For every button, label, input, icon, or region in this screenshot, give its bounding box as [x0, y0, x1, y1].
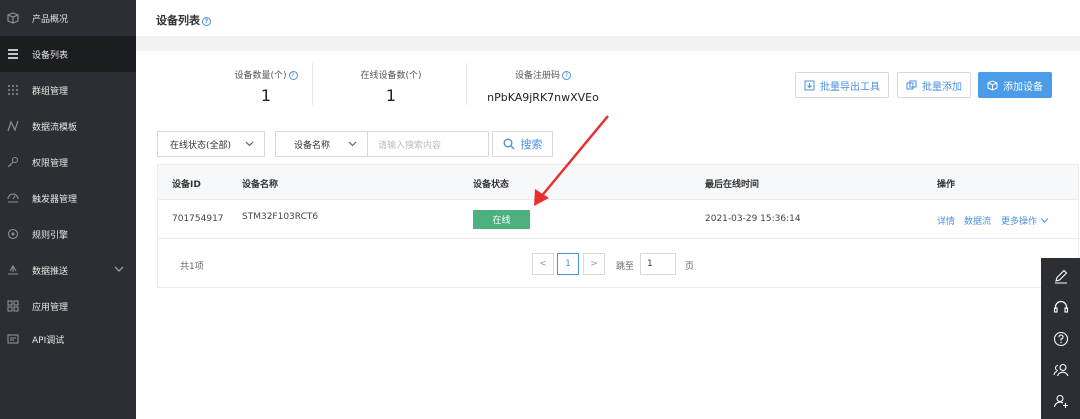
sidebar-item-group-management[interactable]: 群组管理: [0, 72, 136, 108]
help-icon[interactable]: ?: [202, 16, 211, 26]
column-header: 最后在线时间: [705, 180, 760, 190]
batch-export-tool-button[interactable]: 批量导出工具: [795, 72, 889, 98]
button-label: 批量导出工具: [820, 81, 880, 93]
help-icon[interactable]: ?: [562, 71, 571, 80]
grid-dots-icon: [6, 83, 20, 97]
prev-page-button[interactable]: <: [532, 253, 554, 275]
device-id-cell: 701754917: [172, 214, 224, 224]
sidebar-item-label: 数据流模板: [32, 122, 78, 133]
sidebar-item-label: 应用管理: [32, 302, 69, 313]
sidebar-item-data-push[interactable]: 数据推送: [0, 252, 136, 288]
box-icon: [6, 11, 20, 25]
help-icon[interactable]: ?: [288, 71, 298, 80]
sidebar-item-label: 规则引擎: [32, 230, 69, 241]
export-icon: [804, 80, 815, 90]
status-filter-select[interactable]: 在线状态(全部): [157, 131, 265, 157]
help-circle-icon[interactable]: [1041, 323, 1080, 355]
search-input[interactable]: 请输入搜索内容: [367, 131, 489, 157]
add-device-button[interactable]: 添加设备: [978, 72, 1052, 98]
search-button[interactable]: 搜索: [492, 131, 553, 157]
floating-toolbar: [1041, 258, 1080, 419]
total-count: 共1项: [180, 262, 204, 272]
sidebar-item-permission-management[interactable]: 权限管理: [0, 144, 136, 180]
stat-value: 1: [385, 86, 397, 105]
select-value: 在线状态(全部): [170, 140, 232, 151]
device-name-cell: STM32F103RCT6: [242, 212, 319, 222]
stat-label: 设备注册码?: [468, 68, 618, 81]
sidebar-item-label: 触发器管理: [32, 194, 78, 205]
dataflow-icon: [6, 119, 20, 133]
pagination: 共1项 < 1 > 跳至 1 页: [158, 239, 1078, 289]
batch-add-icon: [906, 80, 917, 89]
sidebar-item-product-overview[interactable]: 产品概况: [0, 0, 136, 36]
sidebar-item-rule-engine[interactable]: 规则引擎: [0, 216, 136, 252]
jump-page-input[interactable]: 1: [640, 253, 676, 275]
column-header: 设备名称: [242, 180, 279, 190]
chevron-down-icon: [1040, 218, 1049, 223]
rule-engine-icon: [6, 227, 20, 241]
sidebar-item-label: API调试: [32, 335, 65, 346]
page-unit-label: 页: [685, 262, 695, 272]
page-title: 设备列表?: [156, 12, 211, 28]
sidebar-item-dataflow-template[interactable]: 数据流模板: [0, 108, 136, 144]
sidebar-item-label: 数据推送: [32, 266, 69, 277]
trigger-icon: [6, 191, 20, 205]
details-link[interactable]: 详情: [937, 214, 955, 227]
more-actions-label: 更多操作: [1001, 217, 1038, 227]
chevron-down-icon: [348, 139, 357, 151]
sidebar-item-label: 设备列表: [32, 50, 69, 61]
add-user-icon[interactable]: [1041, 385, 1080, 417]
sidebar-item-app-management[interactable]: 应用管理: [0, 288, 136, 324]
stat-online-count: 在线设备数(个) 1: [316, 51, 466, 117]
edit-icon[interactable]: [1041, 260, 1080, 292]
page-header: 设备列表?: [136, 0, 1080, 36]
status-badge: 在线: [473, 210, 530, 229]
apps-icon: [6, 299, 20, 313]
cube-icon: [987, 79, 998, 91]
select-value: 设备名称: [294, 140, 331, 151]
next-page-button[interactable]: >: [583, 253, 605, 275]
batch-add-button[interactable]: 批量添加: [897, 72, 971, 98]
jump-label: 跳至: [616, 262, 635, 272]
sidebar-item-label: 群组管理: [32, 86, 69, 97]
search-icon: [503, 138, 515, 150]
sidebar: 产品概况 设备列表 群组管理 数据流模板 权限管理 触发器管理 规则引擎 数据推…: [0, 0, 136, 419]
sidebar-item-trigger-management[interactable]: 触发器管理: [0, 180, 136, 216]
dataflow-link[interactable]: 数据流: [964, 214, 991, 227]
sidebar-item-label: 产品概况: [32, 14, 69, 25]
button-label: 搜索: [520, 138, 543, 151]
chevron-down-icon: [245, 139, 254, 151]
table-row: 701754917 STM32F103RCT6 在线 2021-03-29 15…: [158, 200, 1078, 239]
registration-code-value: nPbKA9jRK7nwXVEo: [487, 91, 599, 104]
button-label: 批量添加: [922, 81, 962, 93]
column-header: 设备状态: [473, 180, 510, 190]
table-header: 设备ID 设备名称 设备状态 最后在线时间 操作: [158, 165, 1078, 200]
divider: [312, 63, 313, 105]
sidebar-item-api-debug[interactable]: API调试: [0, 321, 136, 357]
page-title-text: 设备列表: [156, 14, 200, 27]
users-icon[interactable]: [1041, 354, 1080, 386]
api-icon: [6, 332, 20, 346]
stat-label: 在线设备数(个): [360, 71, 422, 81]
field-select[interactable]: 设备名称: [275, 131, 368, 157]
sidebar-item-device-list[interactable]: 设备列表: [0, 36, 136, 72]
headset-icon[interactable]: [1041, 291, 1080, 323]
device-table: 设备ID 设备名称 设备状态 最后在线时间 操作 701754917 STM32…: [157, 164, 1079, 288]
chevron-down-icon: [114, 264, 124, 277]
push-icon: [6, 263, 20, 277]
divider: [466, 63, 467, 105]
page-button-current[interactable]: 1: [557, 253, 579, 275]
column-header: 操作: [937, 180, 956, 190]
sidebar-item-label: 权限管理: [32, 158, 69, 169]
last-online-cell: 2021-03-29 15:36:14: [705, 214, 801, 224]
key-icon: [6, 155, 20, 169]
stats-panel: 设备数量(个)? 1 在线设备数(个) 1 设备注册码? nPbKA9jRK7n…: [136, 51, 1080, 117]
stat-registration-code: 设备注册码? nPbKA9jRK7nwXVEo: [468, 51, 618, 117]
button-label: 添加设备: [1003, 81, 1043, 93]
more-actions-link[interactable]: 更多操作: [1001, 214, 1049, 227]
list-icon: [6, 47, 20, 61]
column-header: 设备ID: [172, 180, 201, 190]
